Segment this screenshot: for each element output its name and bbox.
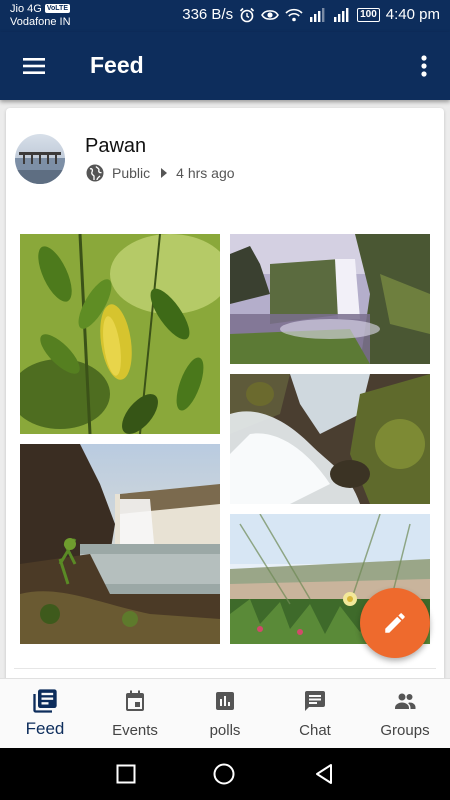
carrier-info: Jio 4G VoLTE Vodafone IN xyxy=(10,3,71,29)
alarm-icon xyxy=(240,7,255,22)
caret-right-icon xyxy=(161,168,168,178)
nav-item-polls[interactable]: polls xyxy=(180,679,270,749)
nav-label-events: Events xyxy=(112,722,158,739)
nav-item-feed[interactable]: Feed xyxy=(0,679,90,749)
bottom-navigation: Feed Events polls Chat Groups xyxy=(0,678,450,748)
hamburger-menu-icon[interactable] xyxy=(20,54,50,78)
more-vert-icon[interactable] xyxy=(416,52,432,80)
recents-icon[interactable] xyxy=(114,762,138,786)
nav-label-polls: polls xyxy=(209,722,241,739)
nav-item-chat[interactable]: Chat xyxy=(270,679,360,749)
battery-indicator: 100 xyxy=(357,7,380,22)
carrier-line-2: Vodafone IN xyxy=(10,16,71,28)
clock: 4:40 pm xyxy=(385,6,440,23)
photo-cascade-rocks[interactable] xyxy=(230,374,430,504)
nav-item-groups[interactable]: Groups xyxy=(360,679,450,749)
carrier-line-1: Jio 4G xyxy=(10,3,42,15)
globe-icon xyxy=(86,164,104,182)
post-time: 4 hrs ago xyxy=(176,165,235,181)
home-icon[interactable] xyxy=(212,762,236,786)
nav-label-groups: Groups xyxy=(380,722,430,739)
net-speed: 336 B/s xyxy=(182,6,234,23)
signal-icon-1 xyxy=(310,7,325,22)
back-icon[interactable] xyxy=(312,762,336,786)
post-meta: Public 4 hrs ago xyxy=(85,163,235,183)
post-author[interactable]: Pawan xyxy=(85,135,146,158)
poll-icon xyxy=(216,692,234,710)
volte-badge: VoLTE xyxy=(44,4,70,13)
nav-label-chat: Chat xyxy=(299,722,331,739)
feed-icon xyxy=(33,689,57,713)
card-divider xyxy=(14,668,436,669)
visibility-label: Public xyxy=(112,165,151,181)
nav-label-feed: Feed xyxy=(25,719,65,738)
signal-icon-2 xyxy=(334,7,349,22)
nav-item-events[interactable]: Events xyxy=(90,679,180,749)
calendar-icon xyxy=(126,690,144,711)
eye-icon xyxy=(261,9,280,20)
system-navigation-bar xyxy=(0,748,450,800)
wifi-icon xyxy=(285,8,303,21)
chat-icon xyxy=(305,691,325,711)
edit-pencil-icon[interactable] xyxy=(360,588,430,658)
app-bar: Feed xyxy=(0,32,450,100)
photo-waterfall-river[interactable] xyxy=(20,444,220,644)
avatar[interactable] xyxy=(15,134,65,184)
photo-leaves[interactable] xyxy=(20,234,220,434)
page-title: Feed xyxy=(90,52,144,78)
groups-icon xyxy=(395,693,416,709)
status-bar: Jio 4G VoLTE Vodafone IN 336 B/s 100 4:4… xyxy=(0,0,450,32)
photo-waterfall-cliff[interactable] xyxy=(230,234,430,364)
